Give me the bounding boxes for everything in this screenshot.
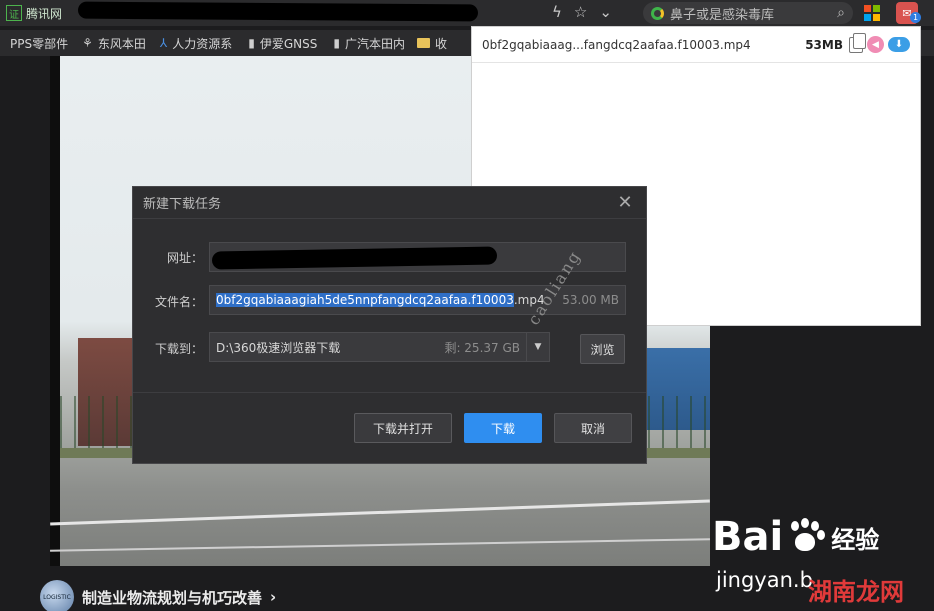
download-button[interactable]: 下载 [464, 413, 542, 443]
road-marking [50, 538, 710, 552]
baidu-logo-text: Bai [712, 514, 784, 560]
close-icon[interactable]: ✕ [614, 192, 636, 214]
doc-icon: ▮ [333, 36, 340, 50]
dialog-divider [133, 392, 646, 393]
windows-apps-icon[interactable] [864, 5, 880, 21]
bookmark-label: 收 [434, 36, 447, 51]
address-bar-icons: ϟ ☆ ⌄ [552, 3, 612, 21]
filename-selected: 0bf2gqabiaaagiah5de5nnpfangdcq2aafaa.f10… [216, 293, 514, 307]
dongfeng-icon: ⚘ [82, 36, 93, 50]
site-favicon-icon: 证 [6, 5, 22, 21]
cancel-button[interactable]: 取消 [554, 413, 632, 443]
path-label: 下载到： [154, 342, 203, 356]
chevron-down-icon[interactable]: ⌄ [599, 3, 612, 21]
copy-icon[interactable] [849, 32, 866, 53]
folder-icon [416, 38, 430, 48]
video-left-edge [50, 56, 60, 566]
download-filename: 0bf2gqabiaaag...fangdcq2aafaa.f10003.mp4 [482, 37, 751, 52]
file-size: 53.00 MB [562, 293, 619, 307]
browse-button[interactable]: 浏览 [580, 334, 625, 364]
download-path-field[interactable]: D:\360极速浏览器下载 剩: 25.37 GB [209, 332, 527, 362]
lightning-icon[interactable]: ϟ [552, 3, 562, 21]
bookmark-label: 广汽本田内 [344, 36, 405, 51]
road-marking [50, 499, 710, 526]
url-label: 网址： [166, 251, 203, 265]
bookmark-dongfeng[interactable]: ⚘ 东风本田 [82, 35, 146, 52]
doc-icon: ▮ [248, 36, 255, 50]
redacted-url [211, 246, 498, 270]
redacted-address-bar[interactable] [77, 1, 479, 22]
bookmark-label: PPS零部件 [10, 36, 69, 51]
jingyan-url: jingyan.b [716, 568, 813, 592]
bookmark-pps[interactable]: PPS零部件 [10, 35, 68, 52]
bookmark-folder[interactable]: 收 [416, 35, 447, 52]
search-engine-icon [651, 6, 664, 20]
jingyan-logo-text: 经验 [831, 525, 880, 554]
play-back-icon[interactable]: ◀ [867, 36, 884, 53]
dialog-header: 新建下载任务 ✕ [133, 187, 646, 219]
baidu-jingyan-logo: Bai 经验 [712, 514, 879, 560]
download-and-open-button[interactable]: 下载并打开 [354, 413, 452, 443]
site-tab-label: 腾讯网 [26, 6, 63, 21]
person-icon: ⅄ [159, 36, 168, 50]
channel-title[interactable]: 制造业物流规划与机巧改善 [82, 587, 262, 608]
extension-badge: 1 [910, 12, 921, 23]
site-tab[interactable]: 证 腾讯网 [6, 4, 62, 22]
cloud-download-icon[interactable]: ⬇ [888, 37, 910, 52]
chevron-right-icon[interactable]: › [270, 588, 276, 606]
download-item[interactable]: 0bf2gqabiaaag...fangdcq2aafaa.f10003.mp4… [472, 27, 920, 63]
paw-icon [785, 517, 825, 557]
bookmark-label: 人力资源系 [172, 36, 233, 51]
bookmark-gnss[interactable]: ▮ 伊爱GNSS [248, 35, 317, 52]
search-input[interactable]: 鼻子或是感染毒库 ⌕ [643, 2, 853, 24]
free-space: 剩: 25.37 GB [444, 340, 520, 355]
avatar[interactable]: LOGISTIC [40, 580, 74, 611]
new-download-dialog: 新建下载任务 ✕ 网址： gqabiaaagiahsde 文件名： 0bf2gq… [132, 186, 647, 464]
channel-footer[interactable]: LOGISTIC 制造业物流规划与机巧改善 › [40, 580, 276, 611]
bookmark-gac-honda[interactable]: ▮ 广汽本田内 [333, 35, 405, 52]
search-icon[interactable]: ⌕ [837, 5, 845, 21]
bookmark-label: 伊爱GNSS [259, 36, 318, 51]
filename-label: 文件名： [154, 295, 203, 309]
bookmark-label: 东风本田 [97, 36, 146, 51]
hunan-watermark: 湖南龙网 [808, 578, 904, 606]
browser-title-bar: 证 腾讯网 ϟ ☆ ⌄ 鼻子或是感染毒库 ⌕ ✉ 1 [0, 0, 934, 26]
bookmark-hr-system[interactable]: ⅄ 人力资源系 [160, 35, 232, 52]
chevron-down-icon[interactable]: ▼ [526, 332, 550, 362]
download-size: 53MB [805, 37, 843, 52]
search-placeholder: 鼻子或是感染毒库 [670, 7, 775, 23]
star-icon[interactable]: ☆ [574, 3, 587, 21]
dialog-title: 新建下载任务 [143, 197, 222, 212]
path-value: D:\360极速浏览器下载 [216, 340, 341, 355]
